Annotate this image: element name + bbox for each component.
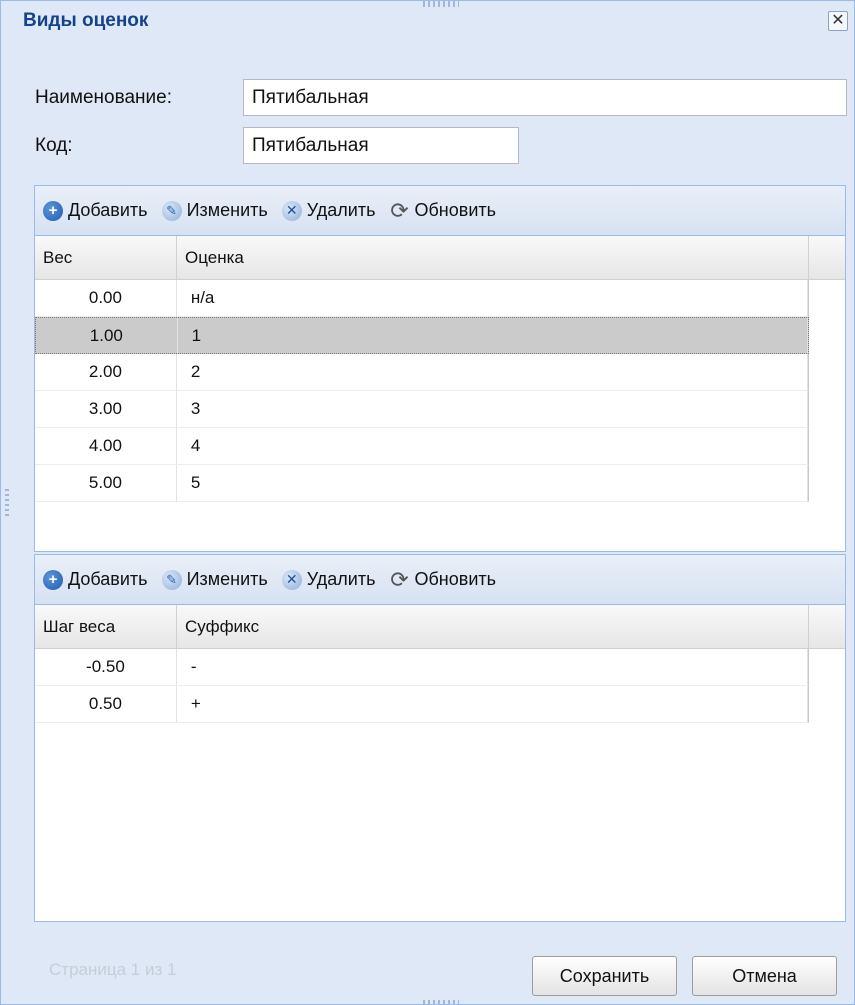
suffix-refresh-button[interactable]: ⟳ Обновить xyxy=(390,566,497,592)
grade-row[interactable]: 1.00 1 xyxy=(35,317,809,354)
grade-weight-cell: 0.00 xyxy=(35,280,177,316)
column-header-weight[interactable]: Вес xyxy=(35,236,177,279)
grades-grid-header: Вес Оценка xyxy=(35,236,845,280)
suffix-row[interactable]: -0.50- xyxy=(35,649,809,686)
add-label: Добавить xyxy=(68,569,148,589)
add-icon: + xyxy=(43,200,63,221)
grade-weight-cell: 1.00 xyxy=(36,318,178,353)
grade-weight-cell: 2.00 xyxy=(35,354,177,390)
refresh-icon: ⟳ xyxy=(390,566,409,592)
code-field[interactable]: Пятибальная xyxy=(243,127,519,164)
add-icon: + xyxy=(43,569,63,590)
suffix-edit-button[interactable]: ✎ Изменить xyxy=(161,569,268,590)
refresh-label: Обновить xyxy=(414,200,497,220)
paging-toolbar-text: Страница 1 из 1 xyxy=(49,960,177,979)
grade-row[interactable]: 2.00 2 xyxy=(35,354,809,391)
grade-value-cell: 4 xyxy=(177,428,808,464)
grades-panel: + Добавить ✎ Изменить ✕ Удалить ⟳ Обнови… xyxy=(34,185,846,552)
grade-row[interactable]: 5.00 5 xyxy=(35,465,809,502)
resize-handle-bottom[interactable] xyxy=(423,1000,459,1004)
grades-edit-button[interactable]: ✎ Изменить xyxy=(161,200,268,221)
grade-weight-cell: 5.00 xyxy=(35,465,177,501)
suffix-grid-header: Шаг веса Суффикс xyxy=(35,605,845,649)
cancel-button[interactable]: Отмена xyxy=(692,956,837,996)
save-button[interactable]: Сохранить xyxy=(532,956,677,996)
delete-icon: ✕ xyxy=(281,569,302,590)
suffix-panel: + Добавить ✎ Изменить ✕ Удалить ⟳ Обнови… xyxy=(34,554,846,922)
grade-weight-cell: 4.00 xyxy=(35,428,177,464)
grade-value-cell: н/а xyxy=(177,280,808,316)
suffix-step-cell: -0.50 xyxy=(35,649,177,685)
delete-icon: ✕ xyxy=(281,200,302,221)
code-row: Код: Пятибальная xyxy=(35,127,519,164)
suffix-value-cell: - xyxy=(177,649,808,685)
edit-label: Изменить xyxy=(186,200,268,220)
pencil-icon: ✎ xyxy=(161,569,182,590)
code-label: Код: xyxy=(35,134,73,156)
suffix-row[interactable]: 0.50 + xyxy=(35,686,809,723)
grade-row[interactable]: 4.00 4 xyxy=(35,428,809,465)
refresh-icon: ⟳ xyxy=(390,197,409,223)
name-row: Наименование: Пятибальная xyxy=(35,79,847,116)
grades-grid-body: 0.00 н/а 1.00 1 2.00 2 3.00 3 4.00 4 5.00 5 xyxy=(35,280,845,502)
suffix-add-button[interactable]: + Добавить xyxy=(43,569,148,590)
column-header-spacer xyxy=(809,605,845,648)
close-icon[interactable]: ✕ xyxy=(828,11,848,31)
delete-label: Удалить xyxy=(306,569,376,589)
suffix-delete-button[interactable]: ✕ Удалить xyxy=(281,569,376,590)
suffix-step-cell: 0.50 xyxy=(35,686,177,722)
grades-toolbar: + Добавить ✎ Изменить ✕ Удалить ⟳ Обнови… xyxy=(35,186,845,236)
column-header-spacer xyxy=(809,236,845,279)
grade-value-cell: 3 xyxy=(177,391,808,427)
grades-add-button[interactable]: + Добавить xyxy=(43,200,148,221)
pencil-icon: ✎ xyxy=(161,200,182,221)
grade-row[interactable]: 3.00 3 xyxy=(35,391,809,428)
dialog-titlebar[interactable]: Виды оценок ✕ xyxy=(1,5,854,37)
grades-refresh-button[interactable]: ⟳ Обновить xyxy=(390,197,497,223)
grade-weight-cell: 3.00 xyxy=(35,391,177,427)
grades-delete-button[interactable]: ✕ Удалить xyxy=(281,200,376,221)
suffix-value-cell: + xyxy=(177,686,808,722)
suffix-toolbar: + Добавить ✎ Изменить ✕ Удалить ⟳ Обнови… xyxy=(35,555,845,605)
refresh-label: Обновить xyxy=(414,569,497,589)
add-label: Добавить xyxy=(68,200,148,220)
grade-value-cell: 1 xyxy=(178,318,808,353)
delete-label: Удалить xyxy=(306,200,376,220)
grade-types-dialog: Виды оценок ✕ Наименование: Пятибальная … xyxy=(0,0,855,1005)
column-header-suffix[interactable]: Суффикс xyxy=(177,605,809,648)
column-header-grade[interactable]: Оценка xyxy=(177,236,809,279)
grade-value-cell: 5 xyxy=(177,465,808,501)
grade-row[interactable]: 0.00 н/а xyxy=(35,280,809,317)
column-header-weight-step[interactable]: Шаг веса xyxy=(35,605,177,648)
suffix-grid-body: -0.50-0.50 + xyxy=(35,649,845,723)
resize-handle-left[interactable] xyxy=(5,489,9,519)
edit-label: Изменить xyxy=(186,569,268,589)
grade-value-cell: 2 xyxy=(177,354,808,390)
dialog-title: Виды оценок xyxy=(23,10,149,31)
name-label: Наименование: xyxy=(35,86,172,108)
name-field[interactable]: Пятибальная xyxy=(243,79,847,116)
